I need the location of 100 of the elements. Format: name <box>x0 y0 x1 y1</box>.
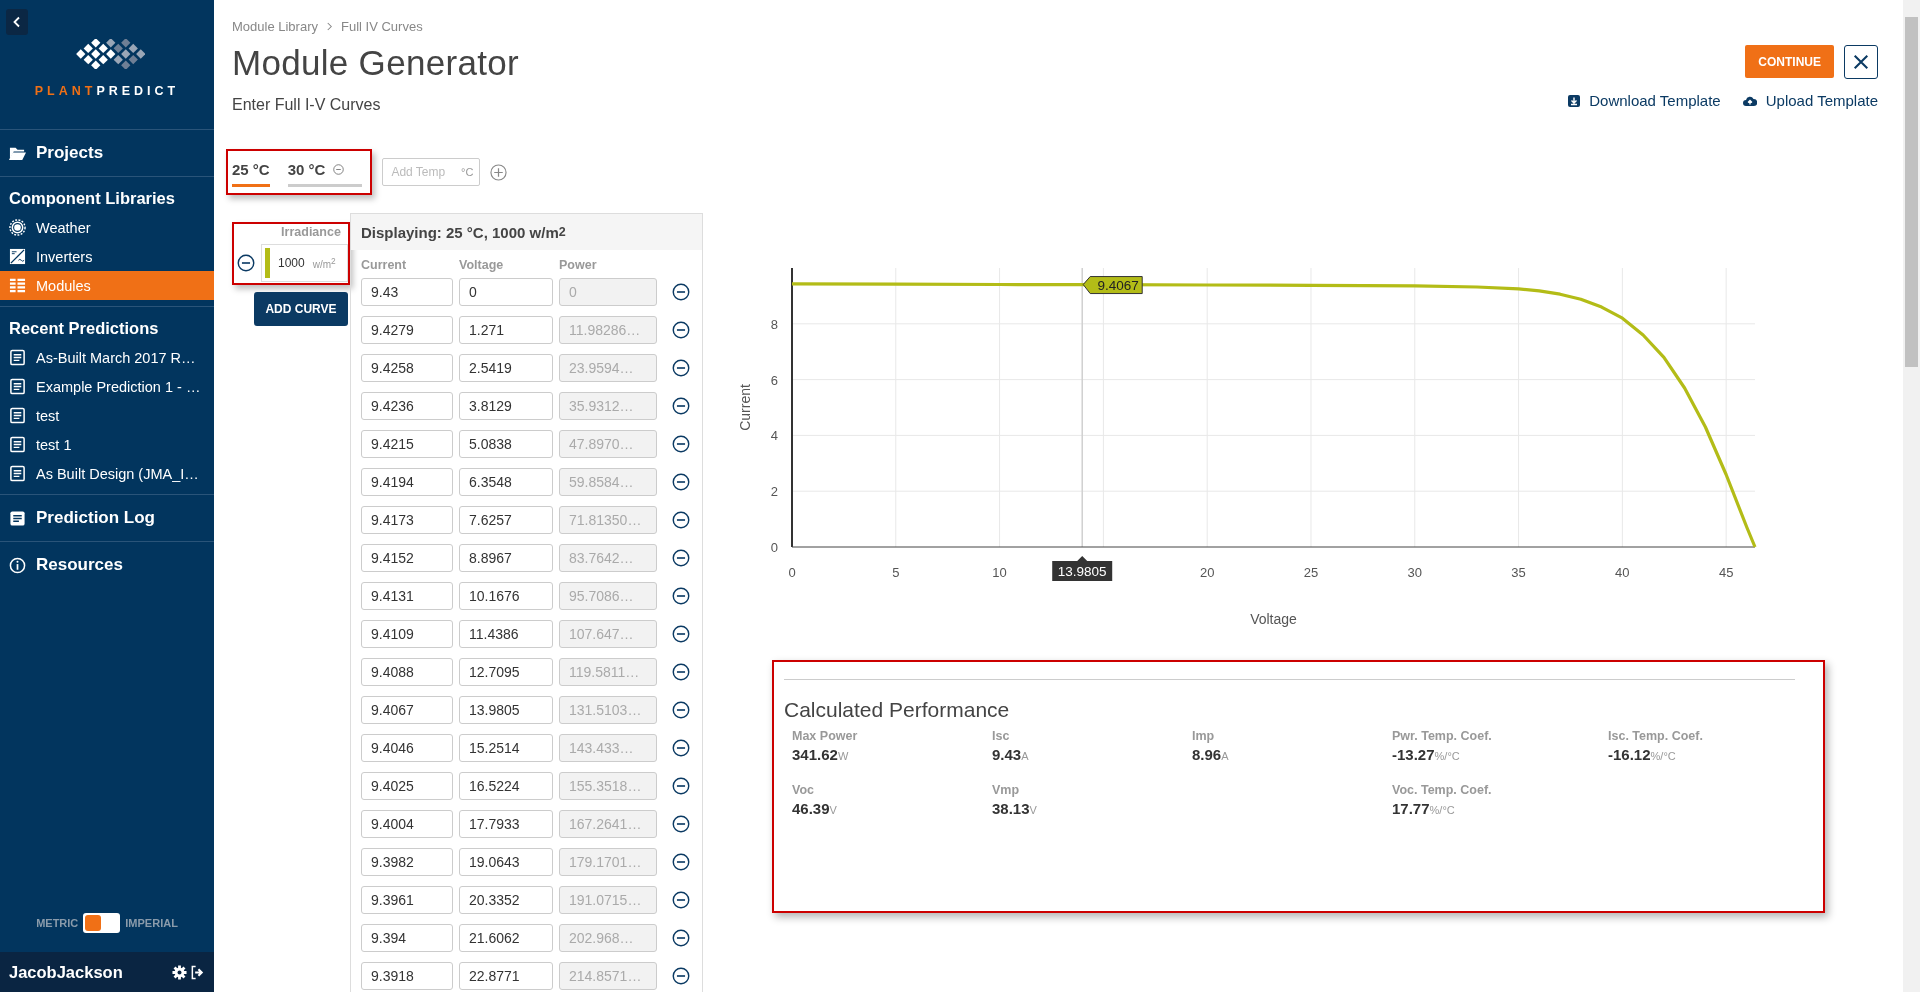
current-field[interactable]: 9.4236 <box>361 392 453 420</box>
voltage-field[interactable]: 5.0838 <box>459 430 553 458</box>
voltage-field[interactable]: 16.5224 <box>459 772 553 800</box>
voltage-field[interactable]: 22.8771 <box>459 962 553 990</box>
breadcrumb-link[interactable]: Full IV Curves <box>341 19 423 34</box>
remove-icon[interactable] <box>672 739 690 757</box>
remove-icon[interactable] <box>672 701 690 719</box>
remove-icon[interactable] <box>672 435 690 453</box>
voltage-field[interactable]: 10.1676 <box>459 582 553 610</box>
voltage-field[interactable]: 13.9805 <box>459 696 553 724</box>
voltage-field[interactable]: 19.0643 <box>459 848 553 876</box>
current-field[interactable]: 9.4279 <box>361 316 453 344</box>
current-field[interactable]: 9.4004 <box>361 810 453 838</box>
scrollbar[interactable] <box>1903 0 1920 992</box>
current-field[interactable]: 9.4109 <box>361 620 453 648</box>
remove-icon[interactable] <box>672 663 690 681</box>
metric-value: 9.43A <box>992 746 1030 763</box>
current-field[interactable]: 9.4131 <box>361 582 453 610</box>
remove-icon[interactable] <box>672 891 690 909</box>
cloud-upload-icon <box>1742 95 1757 106</box>
tab[interactable]: 25 °C <box>232 161 270 187</box>
unit-toggle[interactable] <box>83 913 121 933</box>
remove-icon[interactable] <box>672 777 690 795</box>
voltage-field[interactable]: 15.2514 <box>459 734 553 762</box>
voltage-field[interactable]: 8.8967 <box>459 544 553 572</box>
breadcrumb-link[interactable]: Module Library <box>232 19 318 34</box>
remove-icon[interactable] <box>672 321 690 339</box>
nav-item[interactable]: Example Prediction 1 - … <box>0 372 214 401</box>
tick-label: 0 <box>788 565 796 580</box>
metric-label: Imp <box>1192 729 1216 743</box>
axis-title: Current <box>737 384 753 431</box>
remove-icon[interactable] <box>672 473 690 491</box>
remove-icon[interactable] <box>672 815 690 833</box>
nav-link[interactable]: Projects <box>0 130 214 176</box>
tab[interactable]: 30 °C <box>287 161 363 187</box>
remove-icon[interactable] <box>672 397 690 415</box>
tick-label: 40 <box>1615 565 1630 580</box>
nav-item[interactable]: As-Built March 2017 R… <box>0 343 214 372</box>
collapse-button[interactable] <box>6 9 28 35</box>
voltage-field[interactable]: 12.7095 <box>459 658 553 686</box>
voltage-field[interactable]: 2.5419 <box>459 354 553 382</box>
current-field[interactable]: 9.4025 <box>361 772 453 800</box>
section-heading: Recent Predictions <box>8 319 160 338</box>
template-link[interactable]: Download Template <box>1568 92 1721 109</box>
voltage-field[interactable]: 1.271 <box>459 316 553 344</box>
voltage-field[interactable]: 6.3548 <box>459 468 553 496</box>
tick-label: 0 <box>770 540 778 555</box>
tick-label: 45 <box>1718 565 1734 580</box>
nav-item[interactable]: Inverters <box>0 242 214 271</box>
remove-icon[interactable] <box>672 283 690 301</box>
current-field[interactable]: 9.4194 <box>361 468 453 496</box>
tick-label: 35 <box>1511 565 1526 580</box>
remove-icon[interactable] <box>672 587 690 605</box>
voltage-field[interactable]: 21.6062 <box>459 924 553 952</box>
current-field[interactable]: 9.4215 <box>361 430 453 458</box>
current-field[interactable]: 9.3982 <box>361 848 453 876</box>
voltage-field[interactable]: 20.3352 <box>459 886 553 914</box>
current-field[interactable]: 9.4088 <box>361 658 453 686</box>
current-field[interactable]: 9.3918 <box>361 962 453 990</box>
current-field[interactable]: 9.4258 <box>361 354 453 382</box>
info-icon <box>9 556 26 574</box>
voltage-field[interactable]: 3.8129 <box>459 392 553 420</box>
tick-label: 10 <box>992 565 1007 580</box>
current-field[interactable]: 9.4067 <box>361 696 453 724</box>
remove-icon[interactable] <box>237 254 255 272</box>
current-field[interactable]: 9.4152 <box>361 544 453 572</box>
add-icon[interactable] <box>490 163 508 181</box>
settings-icon[interactable] <box>172 964 187 980</box>
current-field[interactable]: 9.394 <box>361 924 453 952</box>
remove-icon[interactable] <box>672 625 690 643</box>
remove-icon[interactable] <box>672 853 690 871</box>
logout-icon[interactable] <box>190 964 205 980</box>
nav-item[interactable]: test 1 <box>0 430 214 459</box>
current-field[interactable]: 9.4046 <box>361 734 453 762</box>
remove-icon[interactable] <box>672 929 690 947</box>
voltage-field[interactable]: 11.4386 <box>459 620 553 648</box>
irradiance-field[interactable]: 1000 w/m$^{2}$ <box>261 244 348 282</box>
current-field[interactable]: 9.4173 <box>361 506 453 534</box>
current-field[interactable]: 9.3961 <box>361 886 453 914</box>
remove-icon[interactable] <box>672 967 690 985</box>
tick-label: 2 <box>770 484 778 500</box>
remove-icon[interactable] <box>672 359 690 377</box>
remove-icon[interactable] <box>672 511 690 529</box>
column-header: Power <box>559 258 598 272</box>
document-icon <box>9 407 26 424</box>
template-link[interactable]: Upload Template <box>1742 92 1878 109</box>
nav-link[interactable]: Prediction Log <box>0 495 214 541</box>
nav-link[interactable]: Resources <box>0 542 214 588</box>
remove-icon[interactable] <box>672 549 690 567</box>
logo-text: PLANT <box>34 84 97 98</box>
add-curve-button[interactable]: ADD CURVE <box>254 292 348 326</box>
page-subtitle: Enter Full I-V Curves <box>232 96 381 114</box>
voltage-field[interactable]: 7.6257 <box>459 506 553 534</box>
nav-item[interactable]: Weather <box>0 213 214 242</box>
current-field[interactable]: 9.43 <box>361 278 453 306</box>
nav-item[interactable]: test <box>0 401 214 430</box>
close-button[interactable] <box>1844 45 1878 79</box>
voltage-field[interactable]: 0 <box>459 278 553 306</box>
voltage-field[interactable]: 17.7933 <box>459 810 553 838</box>
nav-item[interactable]: As Built Design (JMA_I… <box>0 459 214 488</box>
